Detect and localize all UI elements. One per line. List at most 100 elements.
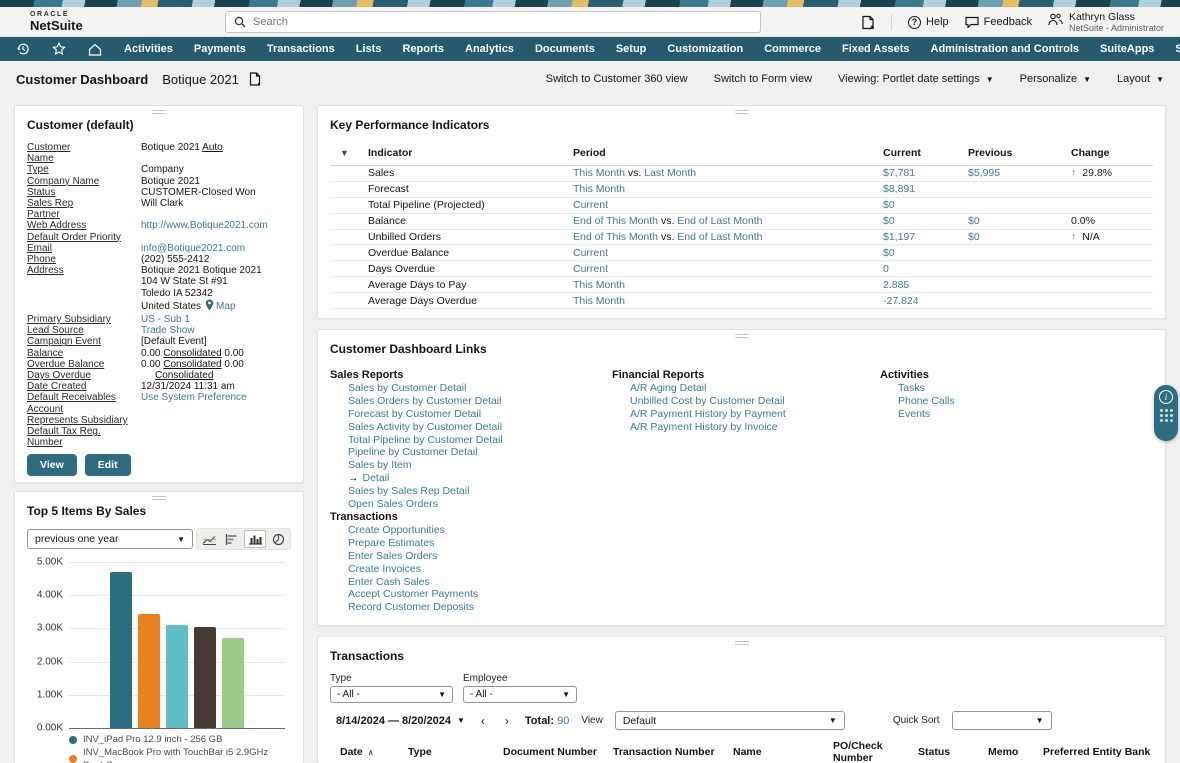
field-label-type[interactable]: Type [27,164,141,175]
field-label-sales-rep[interactable]: Sales Rep [27,198,141,209]
field-label-web-address[interactable]: Web Address [27,220,141,231]
period-link[interactable]: This Month [573,279,625,291]
date-range-select[interactable]: previous one year ▼ [27,529,193,549]
field-link[interactable]: http://www.Botique2021.com [141,220,268,231]
period-link[interactable]: End of Last Month [677,231,762,243]
link-create-invoices[interactable]: Create Invoices [330,563,612,576]
field-link[interactable]: Trade Show [141,325,195,336]
link-sales-by-customer-detail[interactable]: Sales by Customer Detail [330,382,612,395]
chart-bar-2[interactable] [138,614,160,728]
search-input[interactable] [253,16,752,28]
period-link[interactable]: Last Month [644,167,696,179]
link-accept-customer-payments[interactable]: Accept Customer Payments [330,588,612,601]
nav-item-activities[interactable]: Activities [124,43,173,55]
trans-col-type[interactable]: Type [408,746,503,758]
drag-handle-icon[interactable] [735,110,749,114]
view-button[interactable]: View [27,454,77,476]
switch-customer-360-link[interactable]: Switch to Customer 360 view [546,73,688,85]
field-label-default-receivables-account[interactable]: Default Receivables Account [27,392,141,414]
drag-handle-icon[interactable] [152,496,166,500]
kpi-previous[interactable]: $0 [968,231,1071,243]
field-label-address[interactable]: Address [27,265,141,276]
chart-bar-3[interactable] [166,625,188,728]
chart-bar-1[interactable] [110,572,132,728]
link-record-customer-deposits[interactable]: Record Customer Deposits [330,601,612,614]
kpi-current[interactable]: 0 [883,263,968,275]
new-record-icon[interactable] [249,72,261,86]
quick-sort-select[interactable]: ▼ [952,711,1052,730]
nav-item-transactions[interactable]: Transactions [267,43,335,55]
chart-bar-4[interactable] [194,627,216,728]
drag-handle-icon[interactable] [152,110,166,114]
feedback-widget[interactable]: i [1154,385,1178,441]
nav-item-payments[interactable]: Payments [194,43,246,55]
trans-col-memo[interactable]: Memo [988,746,1043,758]
global-search[interactable] [225,11,761,33]
trans-col-preferred-entity-bank[interactable]: Preferred Entity Bank [1043,746,1153,758]
period-link[interactable]: End of This Month [573,231,658,243]
link-total-pipeline-by-customer-detail[interactable]: Total Pipeline by Customer Detail [330,434,612,447]
field-link[interactable]: Consolidated [163,348,221,359]
link-pipeline-by-customer-detail[interactable]: Pipeline by Customer Detail [330,446,612,459]
field-link[interactable]: US - Sub 1 [141,314,190,325]
period-link[interactable]: This Month [573,167,625,179]
period-link[interactable]: Current [573,263,608,275]
link-phone-calls[interactable]: Phone Calls [880,395,1153,408]
view-select[interactable]: Default ▼ [615,711,845,730]
field-label-phone[interactable]: Phone [27,254,141,265]
link-sales-by-sales-rep-detail[interactable]: Sales by Sales Rep Detail [330,485,612,498]
link-a-r-aging-detail[interactable]: A/R Aging Detail [612,382,880,395]
nav-item-commerce[interactable]: Commerce [764,43,821,55]
link-unbilled-cost-by-customer-detail[interactable]: Unbilled Cost by Customer Detail [612,395,880,408]
nav-item-administration-and-controls[interactable]: Administration and Controls [931,43,1080,55]
period-link[interactable]: End of This Month [573,215,658,227]
kpi-current[interactable]: $0 [883,247,968,259]
link-prepare-estimates[interactable]: Prepare Estimates [330,537,612,550]
link-detail[interactable]: →Detail [330,472,612,485]
nav-item-suiteapps[interactable]: SuiteApps [1100,43,1154,55]
link-a-r-payment-history-by-payment[interactable]: A/R Payment History by Payment [612,408,880,421]
personalize-dropdown[interactable]: Personalize ▼ [1020,73,1091,85]
create-new-icon[interactable] [861,15,875,30]
field-link[interactable]: Consolidated [141,370,213,381]
drag-handle-icon[interactable] [735,641,749,645]
nav-item-documents[interactable]: Documents [535,43,595,55]
help-button[interactable]: ? Help [908,16,949,29]
trans-col-name[interactable]: Name [733,746,833,758]
feedback-button[interactable]: Feedback [965,16,1032,28]
link-forecast-by-customer-detail[interactable]: Forecast by Customer Detail [330,408,612,421]
link-tasks[interactable]: Tasks [880,382,1153,395]
field-label-email[interactable]: Email [27,243,141,254]
link-a-r-payment-history-by-invoice[interactable]: A/R Payment History by Invoice [612,421,880,434]
trans-col-po-check-number[interactable]: PO/Check Number [833,740,918,763]
period-link[interactable]: Current [573,247,608,259]
switch-form-view-link[interactable]: Switch to Form view [714,73,812,85]
field-label-balance[interactable]: Balance [27,348,141,359]
field-label-company-name[interactable]: Company Name [27,176,141,187]
type-filter-select[interactable]: - All - ▼ [330,686,453,703]
kpi-current[interactable]: $1,197 [883,231,968,243]
employee-filter-select[interactable]: - All - ▼ [463,686,577,703]
field-label-date-created[interactable]: Date Created [27,381,141,392]
netsuite-logo[interactable]: ORACLE NetSuite [30,11,83,32]
pie-chart-icon[interactable] [267,530,289,548]
kpi-current[interactable]: -27.824 [883,295,968,307]
home-icon[interactable] [88,43,102,56]
field-label-campaign-event[interactable]: Campaign Event [27,336,141,347]
layout-dropdown[interactable]: Layout ▼ [1117,73,1164,85]
recent-records-icon[interactable] [16,42,30,56]
kpi-current[interactable]: 2.885 [883,279,968,291]
kpi-current[interactable]: $0 [883,215,968,227]
shortcuts-star-icon[interactable] [52,42,66,56]
nav-item-lists[interactable]: Lists [356,43,382,55]
period-link[interactable]: Current [573,199,608,211]
viewing-dropdown[interactable]: Viewing: Portlet date settings ▼ [838,73,994,85]
previous-period-button[interactable]: ‹ [477,714,489,728]
nav-item-support[interactable]: Support [1175,43,1180,55]
user-menu[interactable]: Kathryn Glass NetSuite - Administrator [1048,11,1164,33]
field-label-default-tax-reg-number[interactable]: Default Tax Reg. Number [27,426,141,448]
field-label-lead-source[interactable]: Lead Source [27,325,141,336]
field-link[interactable]: info@Botique2021.com [141,243,245,254]
link-enter-cash-sales[interactable]: Enter Cash Sales [330,576,612,589]
chart-bar-5[interactable] [222,638,244,728]
